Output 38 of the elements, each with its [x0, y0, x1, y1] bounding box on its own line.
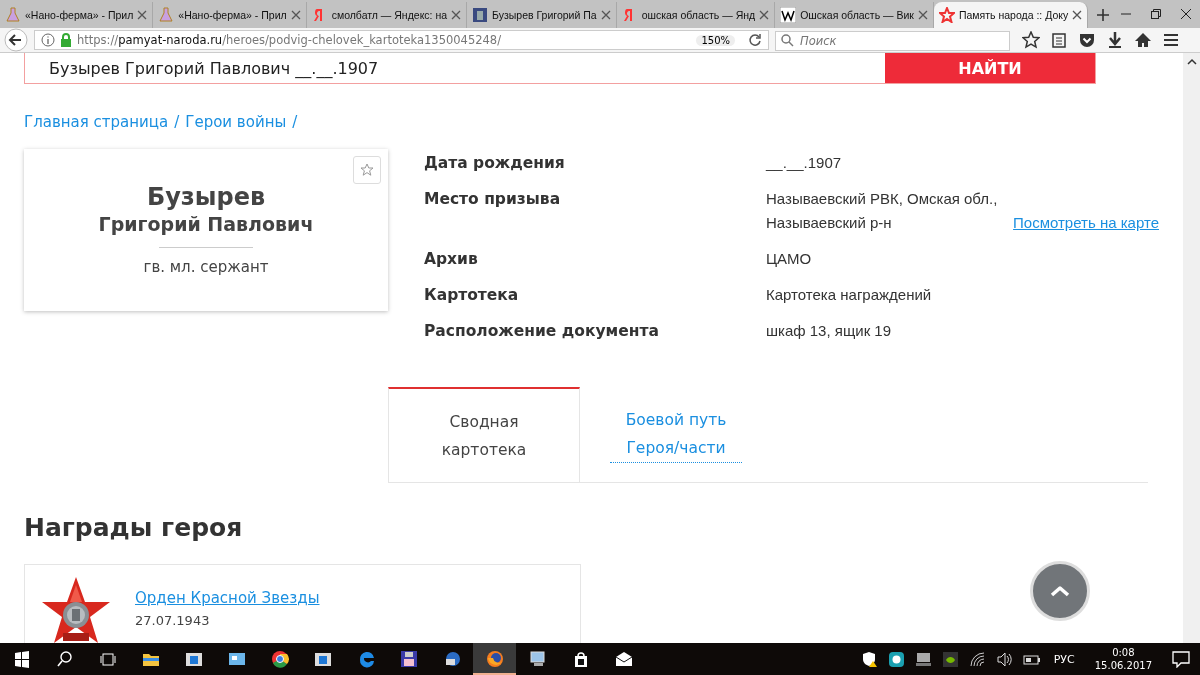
- breadcrumb-link[interactable]: Герои войны: [185, 113, 287, 131]
- breadcrumb-link[interactable]: Главная страница: [24, 113, 169, 131]
- clock-date[interactable]: 15.06.2017: [1094, 659, 1152, 672]
- award-link[interactable]: Орден Красной Звезды: [135, 589, 320, 607]
- detail-value: шкаф 13, ящик 19: [766, 321, 892, 341]
- detail-label: Расположение документа: [424, 321, 660, 342]
- language-indicator[interactable]: РУС: [1053, 652, 1075, 666]
- hero-name: Григорий Павлович: [98, 213, 314, 235]
- detail-value: __.__.1907: [766, 153, 842, 173]
- breadcrumb-separator: /: [174, 113, 180, 131]
- hero-rank: гв. мл. сержант: [143, 258, 269, 276]
- page-tab[interactable]: Боевой путь Героя/части: [580, 387, 772, 482]
- tab-title: Бузырев Григорий Па: [492, 9, 597, 21]
- detail-label: Архив: [424, 249, 479, 270]
- detail-label: Место призыва: [424, 189, 562, 210]
- zoom-badge[interactable]: 150%: [696, 34, 735, 46]
- detail-value: Картотека награждений: [766, 285, 932, 305]
- page-tab[interactable]: Сводная картотека: [388, 387, 580, 482]
- tab-title: «Нано-ферма» - Прил: [25, 9, 134, 21]
- map-link[interactable]: Посмотреть на карте: [1013, 211, 1159, 235]
- hero-surname: Бузырев: [146, 183, 266, 211]
- clock-time[interactable]: 0:08: [1112, 646, 1135, 659]
- url-text: https://pamyat-naroda.ru/heroes/podvig-chelovek_kartoteka1350045248/: [77, 33, 503, 47]
- address-bar[interactable]: https://pamyat-naroda.ru/heroes/podvig-chelovek_kartoteka1350045248/ 150%: [34, 30, 769, 50]
- tab-title: «Нано-ферма» - Прил: [178, 9, 287, 21]
- award-date: 27.07.1943: [135, 613, 211, 628]
- tab-title: ошская область — Янд: [641, 9, 756, 21]
- section-title: Награды героя: [24, 513, 244, 542]
- detail-value: Называевский РВК, Омская обл., Называевский р-н: [766, 189, 999, 233]
- tab-title: Память народа :: Доку: [958, 9, 1069, 21]
- detail-value: ЦАМО: [766, 249, 812, 269]
- tab-title: Ошская область — Вик: [800, 9, 914, 21]
- detail-label: Дата рождения: [424, 153, 566, 174]
- tab-title: смолбатл — Яндекс: на: [331, 9, 448, 21]
- breadcrumb-separator: /: [292, 113, 298, 131]
- search-field[interactable]: Поиск: [775, 31, 1010, 51]
- detail-label: Картотека: [424, 285, 520, 306]
- browser-tab[interactable]: Память народа :: Доку: [933, 2, 1089, 28]
